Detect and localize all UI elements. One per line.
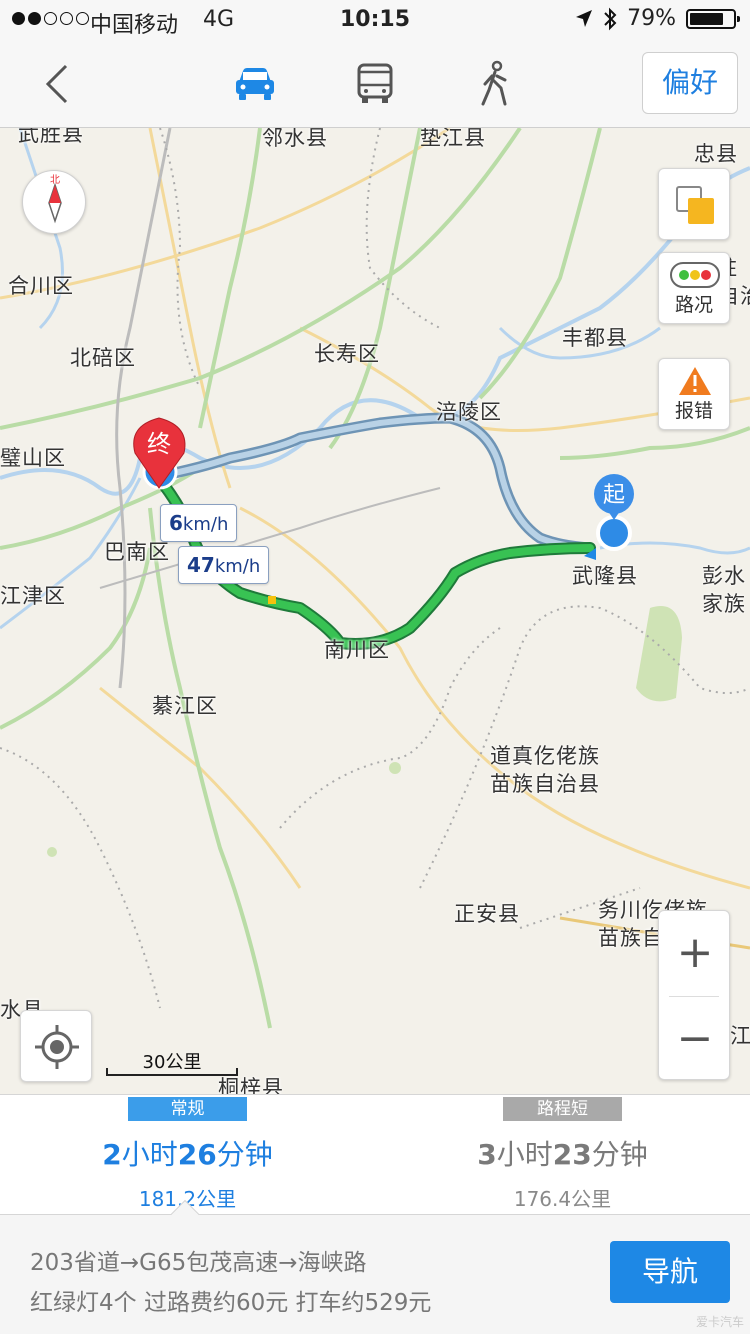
place-label: 丰都县 bbox=[562, 326, 628, 350]
place-label: 道真仡佬族 bbox=[490, 744, 600, 768]
walk-mode-icon[interactable] bbox=[471, 60, 519, 108]
place-label: 北碚区 bbox=[70, 346, 136, 370]
layers-button[interactable] bbox=[658, 168, 730, 240]
bus-mode-icon[interactable] bbox=[351, 60, 399, 108]
report-error-button[interactable]: 报错 bbox=[658, 358, 730, 430]
map-view[interactable]: 终 起 武胜县 邻水县 垫江县 忠县 石柱 合川区 丰都县 北碚区 长寿区 涪陵… bbox=[0, 128, 750, 1094]
battery-percent: 79% bbox=[627, 6, 676, 31]
route-option-default[interactable]: 常规 2小时26分钟 181.2公里 bbox=[0, 1095, 375, 1213]
place-label: 武胜县 bbox=[18, 128, 84, 146]
traffic-label: 路况 bbox=[674, 294, 713, 316]
route-duration: 2小时26分钟 bbox=[102, 1138, 273, 1171]
place-label: 涪陵区 bbox=[436, 400, 502, 424]
traffic-button[interactable]: 路况 bbox=[658, 252, 730, 324]
route-info: 红绿灯4个 过路费约60元 打车约529元 bbox=[30, 1290, 432, 1316]
crosshair-icon bbox=[35, 1025, 79, 1069]
back-icon[interactable] bbox=[36, 62, 80, 106]
report-label: 报错 bbox=[674, 400, 713, 422]
place-label: 南川区 bbox=[324, 638, 390, 662]
navigate-button[interactable]: 导航 bbox=[610, 1241, 730, 1303]
place-label: 合川区 bbox=[8, 274, 74, 298]
place-label: 綦江区 bbox=[152, 694, 218, 718]
locate-me-button[interactable] bbox=[20, 1010, 92, 1082]
route-tag: 路程短 bbox=[503, 1097, 622, 1121]
speed-label: 47km/h bbox=[178, 546, 270, 584]
route-duration: 3小时23分钟 bbox=[477, 1138, 648, 1171]
place-label: 璧山区 bbox=[0, 446, 66, 470]
car-mode-icon[interactable] bbox=[231, 60, 279, 108]
layers-icon bbox=[676, 186, 714, 224]
end-marker-label: 终 bbox=[147, 430, 171, 458]
compass-button[interactable]: 北 bbox=[22, 170, 86, 234]
place-label: 正安县 bbox=[454, 902, 520, 926]
bluetooth-icon bbox=[604, 7, 617, 30]
route-path: 203省道→G65包茂高速→海峡路 bbox=[30, 1250, 367, 1276]
compass-icon: 北 bbox=[48, 174, 62, 224]
status-bar: 中国移动 4G 10:15 79% bbox=[0, 0, 750, 40]
place-label: 苗族自治县 bbox=[490, 772, 600, 796]
route-mode-bar: 偏好 bbox=[0, 40, 750, 128]
battery-icon bbox=[686, 8, 740, 29]
route-summary: 常规 2小时26分钟 181.2公里 路程短 3小时23分钟 176.4公里 bbox=[0, 1094, 750, 1214]
place-label: 长寿区 bbox=[314, 342, 380, 366]
route-detail[interactable]: 203省道→G65包茂高速→海峡路 红绿灯4个 过路费约60元 打车约529元 … bbox=[0, 1199, 750, 1334]
place-label: 彭水 bbox=[702, 564, 746, 588]
place-label: 武隆县 bbox=[572, 564, 638, 588]
watermark: 爱卡汽车 bbox=[695, 1315, 744, 1329]
place-label: 邻水县 bbox=[262, 128, 328, 150]
zoom-out-button[interactable]: − bbox=[659, 997, 731, 1081]
start-marker-label: 起 bbox=[603, 483, 625, 508]
route-tag: 常规 bbox=[128, 1097, 247, 1121]
route-distance: 176.4公里 bbox=[513, 1187, 612, 1211]
svg-text:北: 北 bbox=[50, 174, 60, 186]
speed-label: 6km/h bbox=[160, 504, 238, 542]
zoom-in-button[interactable]: + bbox=[659, 911, 731, 995]
place-label: 江津区 bbox=[0, 584, 66, 608]
route-option-shortest[interactable]: 路程短 3小时23分钟 176.4公里 bbox=[375, 1095, 750, 1213]
preference-button[interactable]: 偏好 bbox=[642, 52, 738, 114]
map-scale: 30公里 bbox=[106, 1048, 238, 1078]
place-label: 江 bbox=[730, 1024, 750, 1048]
place-label: 家族 bbox=[702, 592, 746, 616]
place-label: 忠县 bbox=[694, 142, 738, 166]
place-label: 垫江县 bbox=[420, 128, 486, 150]
location-arrow-icon bbox=[576, 9, 593, 27]
zoom-control: + − bbox=[658, 910, 730, 1080]
